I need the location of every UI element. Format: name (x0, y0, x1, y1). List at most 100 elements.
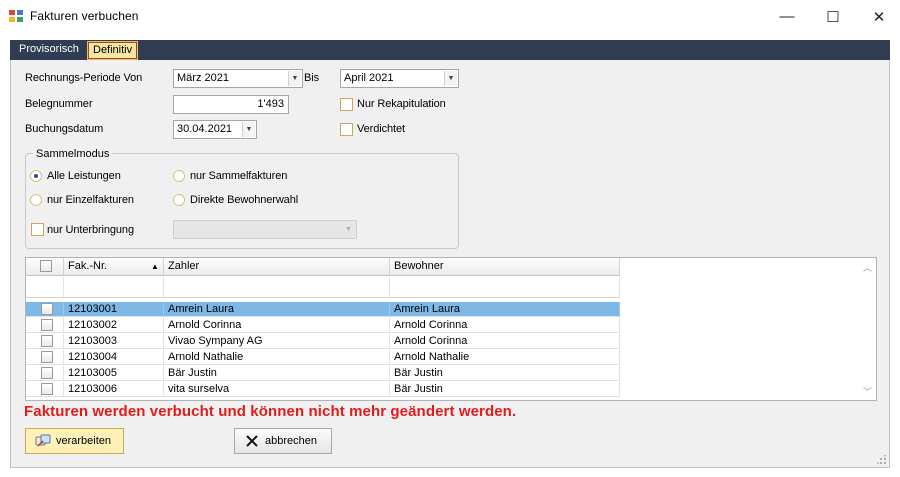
verarbeiten-button[interactable]: verarbeiten (25, 428, 124, 454)
radio-alle-leistungen[interactable] (30, 170, 42, 182)
cell-fak-nr: 12103006 (64, 382, 164, 397)
verdichtet-checkbox[interactable] (340, 123, 353, 136)
nur-einzelfakturen-label: nur Einzelfakturen (47, 194, 134, 206)
main-panel: Rechnungs-Periode Von März 2021 ▼ Bis Ap… (10, 60, 890, 468)
minimize-button[interactable]: — (764, 0, 810, 33)
direkte-bewohnerwahl-label: Direkte Bewohnerwahl (190, 194, 299, 206)
close-button[interactable]: ✕ (856, 0, 900, 33)
table-row[interactable]: 12103002 Arnold Corinna Arnold Corinna (26, 318, 620, 333)
row-checkbox[interactable] (41, 351, 53, 363)
header-select-all-cell[interactable] (26, 258, 64, 276)
buchungsdatum-value: 30.04.2021 (177, 123, 233, 135)
table-row[interactable]: 12103006 vita surselva Bär Justin (26, 382, 620, 397)
chevron-down-icon[interactable]: ▼ (288, 71, 301, 86)
buchungsdatum-picker[interactable]: 30.04.2021 ▼ (173, 120, 257, 139)
cell-bewohner: Bär Justin (390, 366, 620, 381)
cell-fak-nr: 12103001 (64, 302, 164, 317)
periode-bis-combo[interactable]: April 2021 ▼ (340, 69, 459, 88)
header-zahler[interactable]: Zahler (164, 258, 390, 276)
cancel-icon (246, 435, 258, 447)
periode-von-value: März 2021 (177, 72, 229, 84)
unterbringung-combo: ▼ (173, 220, 357, 239)
fakturen-grid[interactable]: Fak.-Nr. ▲ Zahler Bewohner 12103001 Amre… (25, 257, 877, 401)
verarbeiten-label: verarbeiten (56, 435, 112, 447)
cell-bewohner: Arnold Corinna (390, 334, 620, 349)
table-row[interactable]: 12103004 Arnold Nathalie Arnold Nathalie (26, 350, 620, 365)
tab-provisorisch[interactable]: Provisorisch (15, 42, 83, 59)
nur-rekapitulation-checkbox[interactable] (340, 98, 353, 111)
cell-bewohner: Amrein Laura (390, 302, 620, 317)
grid-header: Fak.-Nr. ▲ Zahler Bewohner (26, 258, 620, 276)
abbrechen-label: abbrechen (265, 435, 317, 447)
grid-filter-row[interactable] (26, 277, 620, 298)
abbrechen-button[interactable]: abbrechen (234, 428, 332, 454)
header-bewohner[interactable]: Bewohner (390, 258, 620, 276)
title-bar: Fakturen verbuchen — ☐ ✕ (0, 0, 900, 33)
filter-cell[interactable] (26, 277, 64, 298)
cell-zahler: Bär Justin (164, 366, 390, 381)
periode-von-label: Rechnungs-Periode Von (25, 72, 143, 84)
belegnummer-label: Belegnummer (25, 98, 93, 110)
minimize-icon: — (779, 8, 795, 25)
radio-nur-einzelfakturen[interactable] (30, 194, 42, 206)
chevron-down-icon[interactable]: ▼ (242, 122, 255, 137)
cell-fak-nr: 12103002 (64, 318, 164, 333)
filter-cell[interactable] (390, 277, 620, 298)
maximize-icon: ☐ (826, 8, 840, 26)
table-row[interactable]: 12103003 Vivao Sympany AG Arnold Corinna (26, 334, 620, 349)
grid-vertical-scrollbar[interactable]: ︿ ﹀ (859, 258, 876, 400)
sort-ascending-icon: ▲ (151, 262, 159, 271)
nur-unterbringung-label: nur Unterbringung (47, 224, 134, 236)
app-icon (9, 10, 23, 22)
cell-bewohner: Bär Justin (390, 382, 620, 397)
filter-cell[interactable] (64, 277, 164, 298)
row-check-cell[interactable] (26, 302, 64, 317)
table-row[interactable]: 12103005 Bär Justin Bär Justin (26, 366, 620, 381)
select-all-checkbox[interactable] (40, 260, 52, 272)
chevron-down-icon[interactable]: ▼ (444, 71, 457, 86)
radio-direkte-bewohnerwahl[interactable] (173, 194, 185, 206)
alle-leistungen-label: Alle Leistungen (47, 170, 121, 182)
verdichtet-label: Verdichtet (357, 123, 405, 135)
row-check-cell[interactable] (26, 334, 64, 349)
cell-zahler: Arnold Corinna (164, 318, 390, 333)
nur-unterbringung-checkbox[interactable] (31, 223, 44, 236)
resize-grip-icon[interactable] (877, 455, 887, 465)
belegnummer-input[interactable]: 1'493 (173, 95, 289, 114)
header-fak-nr-label: Fak.-Nr. (68, 260, 108, 272)
radio-nur-sammelfakturen[interactable] (173, 170, 185, 182)
row-checkbox[interactable] (41, 335, 53, 347)
row-check-cell[interactable] (26, 382, 64, 397)
row-check-cell[interactable] (26, 366, 64, 381)
row-checkbox[interactable] (41, 367, 53, 379)
close-icon: ✕ (872, 8, 886, 26)
cell-fak-nr: 12103003 (64, 334, 164, 349)
row-check-cell[interactable] (26, 318, 64, 333)
table-row[interactable]: 12103001 Amrein Laura Amrein Laura (26, 302, 620, 317)
cell-fak-nr: 12103005 (64, 366, 164, 381)
nur-rekapitulation-label: Nur Rekapitulation (357, 98, 446, 110)
periode-bis-value: April 2021 (344, 72, 394, 84)
sammelmodus-title: Sammelmodus (33, 148, 113, 160)
tab-strip: Provisorisch Definitiv (10, 40, 890, 60)
header-fak-nr[interactable]: Fak.-Nr. ▲ (64, 258, 164, 276)
row-check-cell[interactable] (26, 350, 64, 365)
row-checkbox[interactable] (41, 303, 53, 315)
row-checkbox[interactable] (41, 383, 53, 395)
cell-zahler: Vivao Sympany AG (164, 334, 390, 349)
cell-bewohner: Arnold Nathalie (390, 350, 620, 365)
buchungsdatum-label: Buchungsdatum (25, 123, 104, 135)
window-title: Fakturen verbuchen (30, 9, 139, 23)
bis-label: Bis (304, 72, 319, 84)
cell-bewohner: Arnold Corinna (390, 318, 620, 333)
process-icon (35, 434, 51, 447)
chevron-down-icon: ▼ (345, 226, 352, 233)
filter-cell[interactable] (164, 277, 390, 298)
row-checkbox[interactable] (41, 319, 53, 331)
periode-von-combo[interactable]: März 2021 ▼ (173, 69, 303, 88)
scroll-down-icon[interactable]: ﹀ (863, 385, 872, 398)
scroll-up-icon[interactable]: ︿ (863, 261, 872, 274)
tab-definitiv[interactable]: Definitiv (86, 41, 139, 60)
cell-zahler: Arnold Nathalie (164, 350, 390, 365)
maximize-button[interactable]: ☐ (810, 0, 856, 33)
